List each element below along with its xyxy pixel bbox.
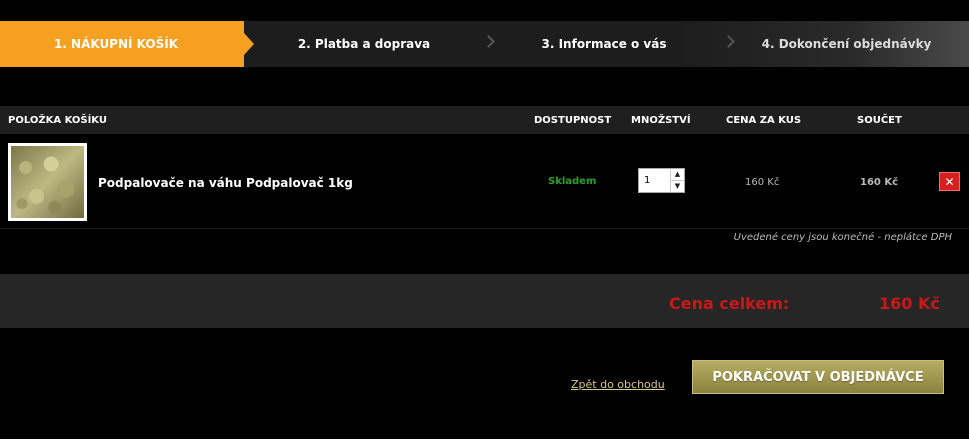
cart-table-header: POLOŽKA KOŠÍKU DOSTUPNOST MNOŽSTVÍ CENA … [0, 106, 969, 134]
step-order-complete[interactable]: 4. Dokončení objednávky [724, 21, 969, 67]
step-customer-info[interactable]: 3. Informace o vás [484, 21, 724, 67]
caret-down-icon[interactable]: ▼ [671, 180, 684, 192]
step-cart[interactable]: 1. NÁKUPNÍ KOŠÍK [0, 21, 254, 67]
quantity-input[interactable]: 1 [639, 169, 670, 192]
unit-price: 160 Kč [745, 177, 780, 188]
step-order-complete-label: 4. Dokončení objednávky [761, 37, 932, 51]
quantity-stepper[interactable]: 1 ▲ ▼ [638, 168, 685, 193]
continue-order-button[interactable]: POKRAČOVAT V OBJEDNÁVCE [692, 360, 944, 394]
availability-status: Skladem [548, 176, 597, 187]
cart-item-row: Podpalovače na váhu Podpalovač 1kg Sklad… [0, 134, 969, 229]
header-total: SOUČET [857, 115, 902, 126]
step-payment-shipping-label: 2. Platba a doprava [297, 37, 431, 51]
continue-order-label: POKRAČOVAT V OBJEDNÁVCE [712, 369, 924, 385]
total-label: Cena celkem: [669, 294, 790, 313]
caret-up-icon[interactable]: ▲ [671, 169, 684, 180]
header-quantity: MNOŽSTVÍ [631, 115, 691, 126]
total-bar: Cena celkem: 160 Kč [0, 274, 969, 328]
cart-page: 1. NÁKUPNÍ KOŠÍK 2. Platba a doprava 3. … [0, 0, 969, 439]
price-note: Uvedené ceny jsou konečné - neplátce DPH [733, 232, 952, 243]
product-name[interactable]: Podpalovače na váhu Podpalovač 1kg [98, 176, 353, 190]
step-cart-label: 1. NÁKUPNÍ KOŠÍK [53, 37, 179, 51]
header-item: POLOŽKA KOŠÍKU [8, 115, 107, 126]
close-icon: ✕ [944, 174, 955, 189]
header-unit-price: CENA ZA KUS [726, 115, 802, 126]
header-availability: DOSTUPNOST [534, 115, 612, 126]
item-total: 160 Kč [860, 177, 899, 188]
quantity-spinner: ▲ ▼ [670, 169, 684, 192]
product-image[interactable] [8, 143, 87, 221]
step-customer-info-label: 3. Informace o vás [541, 37, 667, 51]
total-value: 160 Kč [879, 294, 940, 313]
product-photo [11, 146, 84, 218]
back-to-shop-link[interactable]: Zpět do obchodu [571, 378, 665, 391]
checkout-steps: 1. NÁKUPNÍ KOŠÍK 2. Platba a doprava 3. … [0, 21, 969, 67]
step-payment-shipping[interactable]: 2. Platba a doprava [244, 21, 484, 67]
remove-item-button[interactable]: ✕ [939, 172, 960, 191]
